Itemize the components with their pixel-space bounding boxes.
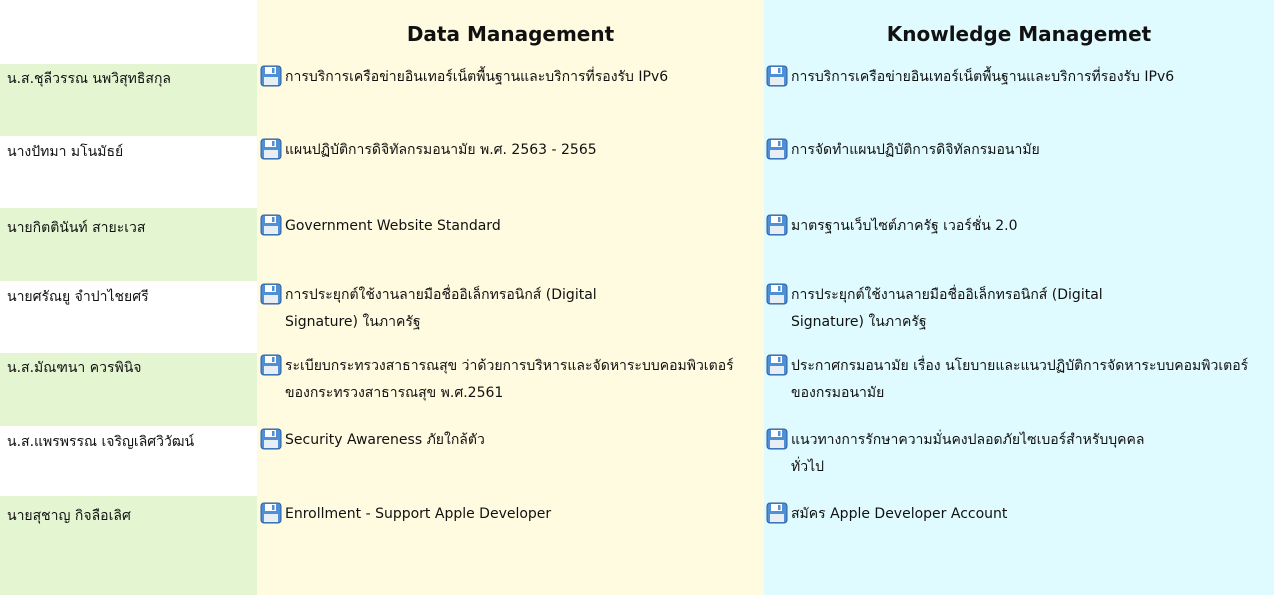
document-link[interactable]: การบริการเครือข่ายอินเทอร์เน็ตพื้นฐานและ… xyxy=(788,64,1174,91)
document-link[interactable]: สมัคร Apple Developer Account xyxy=(788,501,1007,528)
data-management-cell: แผนปฏิบัติการดิจิทัลกรมอนามัย พ.ศ. 2563 … xyxy=(260,137,760,207)
knowledge-management-cell: การจัดทำแผนปฏิบัติการดิจิทัลกรมอนามัย xyxy=(766,137,1266,207)
document-link[interactable]: Security Awareness ภัยใกล้ตัว xyxy=(282,427,485,454)
data-management-cell: ระเบียบกระทรวงสาธารณสุข ว่าด้วยการบริหาร… xyxy=(260,353,760,426)
document-link[interactable]: มาตรฐานเว็บไซต์ภาครัฐ เวอร์ชั่น 2.0 xyxy=(788,213,1018,240)
document-link[interactable]: Government Website Standard xyxy=(282,213,501,240)
table-row: นายกิตตินันท์ สายะเวส Government Website… xyxy=(0,208,1274,281)
knowledge-management-cell: มาตรฐานเว็บไซต์ภาครัฐ เวอร์ชั่น 2.0 xyxy=(766,208,1266,286)
data-management-cell: การประยุกต์ใช้งานลายมือชื่ออิเล็กทรอนิกส… xyxy=(260,282,760,352)
floppy-disk-icon[interactable] xyxy=(260,354,282,376)
table-row: นางปัทมา มโนมัธย์ แผนปฏิบัติการดิจิทัลกร… xyxy=(0,137,1274,207)
person-name: นายสุชาญ กิจลือเลิศ xyxy=(0,496,257,595)
person-name: น.ส.แพรพรรณ เจริญเลิศวิวัฒน์ xyxy=(7,434,195,450)
data-management-cell: การบริการเครือข่ายอินเทอร์เน็ตพื้นฐานและ… xyxy=(260,64,760,136)
person-name: น.ส.ชุลีวรรณ นพวิสุทธิสกุล xyxy=(0,64,257,136)
person-name: นายกิตตินันท์ สายะเวส xyxy=(0,208,257,281)
floppy-disk-icon[interactable] xyxy=(260,214,282,236)
table-header: Data Management Knowledge Managemet xyxy=(0,0,1274,74)
table-row: นายสุชาญ กิจลือเลิศ Enrollment - Support… xyxy=(0,496,1274,595)
floppy-disk-icon[interactable] xyxy=(766,502,788,524)
document-link[interactable]: Enrollment - Support Apple Developer xyxy=(282,501,551,528)
data-management-cell: Enrollment - Support Apple Developer xyxy=(260,496,760,600)
document-link[interactable]: การบริการเครือข่ายอินเทอร์เน็ตพื้นฐานและ… xyxy=(282,64,668,91)
table-row: น.ส.ชุลีวรรณ นพวิสุทธิสกุล การบริการเครื… xyxy=(0,64,1274,136)
floppy-disk-icon[interactable] xyxy=(260,502,282,524)
floppy-disk-icon[interactable] xyxy=(260,138,282,160)
table-row: น.ส.แพรพรรณ เจริญเลิศวิวัฒน์ Security Aw… xyxy=(0,427,1274,495)
floppy-disk-icon[interactable] xyxy=(766,428,788,450)
document-link[interactable]: การประยุกต์ใช้งานลายมือชื่ออิเล็กทรอนิกส… xyxy=(788,282,1151,336)
floppy-disk-icon[interactable] xyxy=(766,283,788,305)
document-link[interactable]: แผนปฏิบัติการดิจิทัลกรมอนามัย พ.ศ. 2563 … xyxy=(282,137,597,164)
table-row: นายศรัณยู จำปาไชยศรี การประยุกต์ใช้งานลา… xyxy=(0,282,1274,352)
floppy-disk-icon[interactable] xyxy=(766,138,788,160)
document-link[interactable]: การประยุกต์ใช้งานลายมือชื่ออิเล็กทรอนิกส… xyxy=(282,282,645,336)
knowledge-management-cell: การประยุกต์ใช้งานลายมือชื่ออิเล็กทรอนิกส… xyxy=(766,282,1266,352)
knowledge-management-cell: การบริการเครือข่ายอินเทอร์เน็ตพื้นฐานและ… xyxy=(766,64,1266,136)
floppy-disk-icon[interactable] xyxy=(766,65,788,87)
document-link[interactable]: ระเบียบกระทรวงสาธารณสุข ว่าด้วยการบริหาร… xyxy=(282,353,760,407)
knowledge-management-header: Knowledge Managemet xyxy=(886,22,1152,46)
floppy-disk-icon[interactable] xyxy=(766,354,788,376)
knowledge-management-cell: แนวทางการรักษาความมั่นคงปลอดภัยไซเบอร์สำ… xyxy=(766,427,1266,495)
person-name: นางปัทมา มโนมัธย์ xyxy=(7,144,124,160)
data-management-cell: Security Awareness ภัยใกล้ตัว xyxy=(260,427,760,495)
floppy-disk-icon[interactable] xyxy=(260,283,282,305)
floppy-disk-icon[interactable] xyxy=(766,214,788,236)
floppy-disk-icon[interactable] xyxy=(260,428,282,450)
data-management-cell: Government Website Standard xyxy=(260,208,760,286)
knowledge-management-cell: ประกาศกรมอนามัย เรื่อง นโยบายและแนวปฏิบั… xyxy=(766,353,1266,426)
person-name: นายศรัณยู จำปาไชยศรี xyxy=(7,289,149,305)
floppy-disk-icon[interactable] xyxy=(260,65,282,87)
data-management-header: Data Management xyxy=(406,22,615,46)
document-link[interactable]: การจัดทำแผนปฏิบัติการดิจิทัลกรมอนามัย xyxy=(788,137,1040,164)
document-link[interactable]: แนวทางการรักษาความมั่นคงปลอดภัยไซเบอร์สำ… xyxy=(788,427,1151,481)
table-row: น.ส.มัณฑนา ควรพินิจ ระเบียบกระทรวงสาธารณ… xyxy=(0,353,1274,426)
document-link[interactable]: ประกาศกรมอนามัย เรื่อง นโยบายและแนวปฏิบั… xyxy=(788,353,1266,407)
person-name: น.ส.มัณฑนา ควรพินิจ xyxy=(0,353,257,426)
knowledge-management-cell: สมัคร Apple Developer Account xyxy=(766,496,1266,600)
km-dm-table: Data Management Knowledge Managemet น.ส.… xyxy=(0,0,1274,595)
